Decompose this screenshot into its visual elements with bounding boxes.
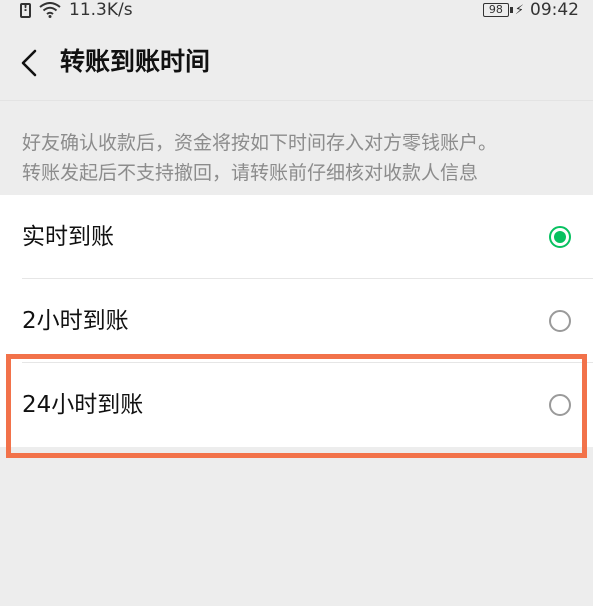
status-right: 98 ⚡ 09:42 — [482, 0, 579, 20]
page-title: 转账到账时间 — [60, 47, 211, 76]
option-list: 实时到账 2小时到账 24小时到账 — [0, 195, 593, 447]
battery-level: 98 — [482, 3, 509, 17]
status-bar: 11.3K/s 98 ⚡ 09:42 — [0, 0, 593, 22]
radio-unselected-icon[interactable] — [549, 394, 571, 416]
chevron-left-icon — [21, 49, 37, 77]
description-line-2: 转账发起后不支持撤回，请转账前仔细核对收款人信息 — [22, 162, 479, 184]
charging-icon: ⚡ — [514, 2, 524, 18]
description-line-1: 好友确认收款后，资金将按如下时间存入对方零钱账户。 — [22, 132, 498, 154]
nav-bar: 转账到账时间 — [0, 22, 593, 102]
clock: 09:42 — [530, 0, 579, 20]
option-label: 2小时到账 — [22, 308, 129, 334]
radio-unselected-icon[interactable] — [549, 310, 571, 332]
alert-icon — [20, 1, 31, 18]
nav-divider — [0, 100, 593, 101]
option-label: 24小时到账 — [22, 392, 144, 418]
back-button[interactable] — [14, 46, 44, 80]
option-realtime[interactable]: 实时到账 — [0, 195, 593, 279]
wifi-icon — [39, 2, 61, 18]
option-label: 实时到账 — [22, 224, 114, 250]
status-left: 11.3K/s — [20, 0, 133, 20]
radio-selected-icon[interactable] — [549, 226, 571, 248]
network-speed: 11.3K/s — [69, 0, 133, 20]
battery-icon: 98 ⚡ — [482, 2, 524, 18]
option-2-hours[interactable]: 2小时到账 — [0, 279, 593, 363]
description-text: 好友确认收款后，资金将按如下时间存入对方零钱账户。 转账发起后不支持撤回，请转账… — [22, 128, 582, 188]
option-24-hours[interactable]: 24小时到账 — [0, 363, 593, 447]
battery-tip — [509, 7, 513, 13]
